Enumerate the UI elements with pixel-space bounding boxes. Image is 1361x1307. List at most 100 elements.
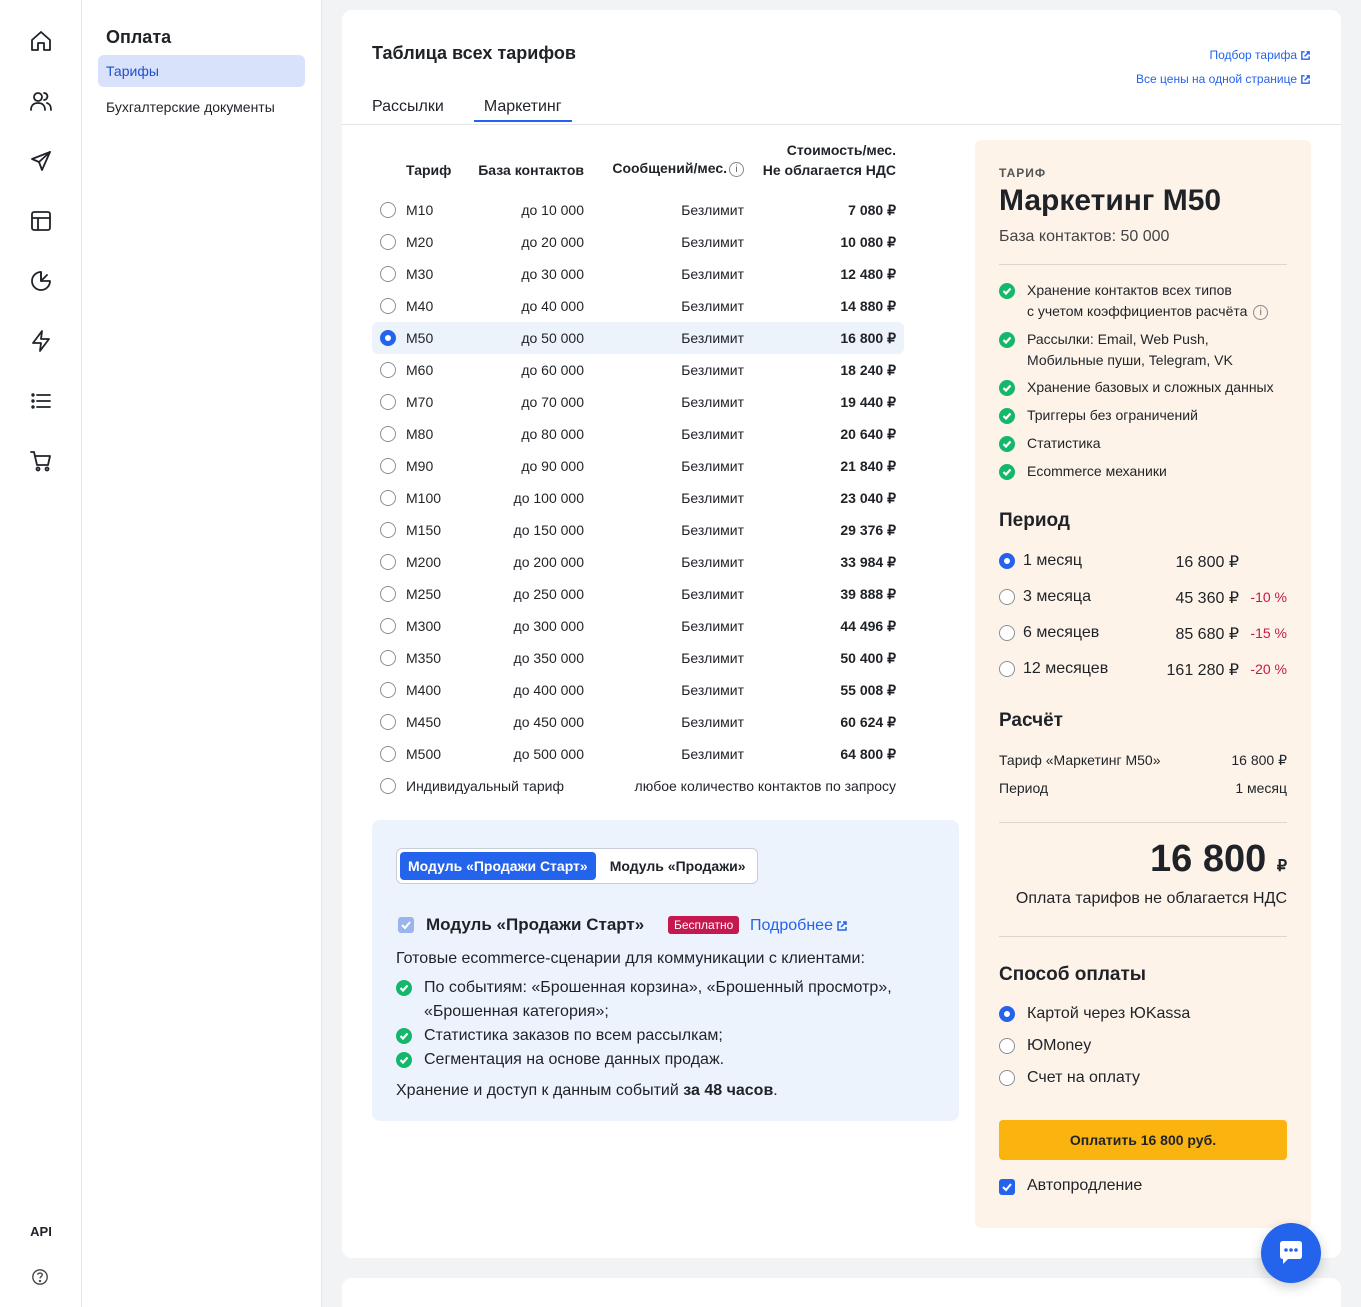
tariff-row[interactable]: M80 до 80 000 Безлимит 20 640 ₽ xyxy=(372,418,904,450)
module-sales-start-toggle[interactable]: Модуль «Продажи Старт» xyxy=(400,852,596,880)
tariff-row[interactable]: M40 до 40 000 Безлимит 14 880 ₽ xyxy=(372,290,904,322)
period-option[interactable]: 6 месяцев 85 680 ₽ -15 % xyxy=(999,622,1287,646)
radio[interactable] xyxy=(999,1070,1015,1086)
tariff-selection-link[interactable]: Подбор тарифа xyxy=(1209,48,1311,62)
tariff-base: до 300 000 xyxy=(513,618,584,634)
radio[interactable] xyxy=(380,650,396,666)
all-prices-link[interactable]: Все цены на одной странице xyxy=(1136,72,1311,86)
tariff-row[interactable]: M90 до 90 000 Безлимит 21 840 ₽ xyxy=(372,450,904,482)
module-checkbox[interactable] xyxy=(398,917,414,933)
radio[interactable] xyxy=(999,589,1015,605)
tariffs-card: Таблица всех тарифов Подбор тарифа Все ц… xyxy=(342,10,1341,1258)
check-icon xyxy=(401,921,411,930)
pay-button[interactable]: Оплатить 16 800 руб. xyxy=(999,1120,1287,1160)
chat-button[interactable] xyxy=(1261,1223,1321,1283)
feature-item: Рассылки: Email, Web Push, Мобильные пуш… xyxy=(999,329,1233,371)
tariff-row[interactable]: M30 до 30 000 Безлимит 12 480 ₽ xyxy=(372,258,904,290)
radio[interactable] xyxy=(380,458,396,474)
tariff-price: 21 840 ₽ xyxy=(840,458,896,474)
payment-option-invoice[interactable]: Счет на оплату xyxy=(999,1068,1287,1092)
divider xyxy=(999,936,1287,937)
tariff-row[interactable]: M350 до 350 000 Безлимит 50 400 ₽ xyxy=(372,642,904,674)
info-icon[interactable]: i xyxy=(1253,305,1269,320)
radio[interactable] xyxy=(999,625,1015,641)
tariff-price: 29 376 ₽ xyxy=(840,522,896,538)
tariff-row[interactable]: M150 до 150 000 Безлимит 29 376 ₽ xyxy=(372,514,904,546)
payment-option-yukassa[interactable]: Картой через ЮKassa xyxy=(999,1004,1287,1028)
radio[interactable] xyxy=(380,298,396,314)
vat-note: Оплата тарифов не облагается НДС xyxy=(1015,890,1287,907)
tariff-row[interactable]: M400 до 400 000 Безлимит 55 008 ₽ xyxy=(372,674,904,706)
radio[interactable] xyxy=(380,746,396,762)
header-price-line1: Стоимость/мес. xyxy=(786,142,896,158)
radio[interactable] xyxy=(380,586,396,602)
radio[interactable] xyxy=(380,554,396,570)
layout-icon[interactable] xyxy=(24,204,58,238)
help-icon[interactable] xyxy=(31,1268,51,1288)
radio[interactable] xyxy=(380,714,396,730)
module-toggle: Модуль «Продажи Старт» Модуль «Продажи» xyxy=(396,848,758,884)
tariff-row[interactable]: M250 до 250 000 Безлимит 39 888 ₽ xyxy=(372,578,904,610)
tariff-name: M10 xyxy=(406,202,434,218)
divider xyxy=(999,822,1287,823)
tab-marketing[interactable]: Маркетинг xyxy=(473,98,572,122)
tariff-row[interactable]: M200 до 200 000 Безлимит 33 984 ₽ xyxy=(372,546,904,578)
cart-icon[interactable] xyxy=(24,444,58,478)
send-icon[interactable] xyxy=(24,144,58,178)
radio[interactable] xyxy=(380,682,396,698)
tariff-row[interactable]: M500 до 500 000 Безлимит 64 800 ₽ xyxy=(372,738,904,770)
pie-chart-icon[interactable] xyxy=(24,264,58,298)
radio[interactable] xyxy=(999,553,1015,569)
radio[interactable] xyxy=(380,778,396,794)
radio[interactable] xyxy=(999,1038,1015,1054)
radio[interactable] xyxy=(380,490,396,506)
period-option[interactable]: 12 месяцев 161 280 ₽ -20 % xyxy=(999,658,1287,682)
tariff-messages: Безлимит xyxy=(681,490,744,506)
radio[interactable] xyxy=(380,202,396,218)
more-link[interactable]: Подробнее xyxy=(750,917,848,935)
module-sales-toggle[interactable]: Модуль «Продажи» xyxy=(602,852,754,880)
info-icon[interactable]: i xyxy=(729,162,744,177)
tariff-price: 20 640 ₽ xyxy=(840,426,896,442)
tariff-row[interactable]: M450 до 450 000 Безлимит 60 624 ₽ xyxy=(372,706,904,738)
tariff-row[interactable]: M50 до 50 000 Безлимит 16 800 ₽ xyxy=(372,322,904,354)
subnav-item-tariffs[interactable]: Тарифы xyxy=(98,55,305,87)
tariff-row[interactable]: M10 до 10 000 Безлимит 7 080 ₽ xyxy=(372,194,904,226)
check-circle-icon xyxy=(999,332,1015,348)
tab-mailings[interactable]: Рассылки xyxy=(372,98,444,122)
radio[interactable] xyxy=(999,661,1015,677)
tariff-row[interactable]: M100 до 100 000 Безлимит 23 040 ₽ xyxy=(372,482,904,514)
period-option[interactable]: 1 месяц 16 800 ₽ xyxy=(999,550,1287,574)
users-icon[interactable] xyxy=(24,84,58,118)
tariff-price: 10 080 ₽ xyxy=(840,234,896,250)
radio[interactable] xyxy=(380,362,396,378)
tariff-row[interactable]: M60 до 60 000 Безлимит 18 240 ₽ xyxy=(372,354,904,386)
radio[interactable] xyxy=(380,266,396,282)
api-link[interactable]: API xyxy=(20,1224,62,1239)
radio[interactable] xyxy=(999,1006,1015,1022)
page-title: Таблица всех тарифов xyxy=(372,43,576,63)
total-amount: 16 800 ₽ xyxy=(1150,838,1287,881)
radio[interactable] xyxy=(380,394,396,410)
tariff-row-individual[interactable]: Индивидуальный тариф любое количество ко… xyxy=(372,770,904,802)
chat-icon xyxy=(1280,1241,1302,1264)
subnav-item-accounting-docs[interactable]: Бухгалтерские документы xyxy=(98,91,305,123)
radio[interactable] xyxy=(380,426,396,442)
period-price: 16 800 ₽ xyxy=(1175,554,1239,571)
tariff-row[interactable]: M300 до 300 000 Безлимит 44 496 ₽ xyxy=(372,610,904,642)
tariff-row[interactable]: M70 до 70 000 Безлимит 19 440 ₽ xyxy=(372,386,904,418)
lightning-icon[interactable] xyxy=(24,324,58,358)
period-option[interactable]: 3 месяца 45 360 ₽ -10 % xyxy=(999,586,1287,610)
radio[interactable] xyxy=(380,522,396,538)
tariff-price: 60 624 ₽ xyxy=(840,714,896,730)
tariff-name: M20 xyxy=(406,234,434,250)
list-icon[interactable] xyxy=(24,384,58,418)
radio[interactable] xyxy=(380,234,396,250)
tariff-row[interactable]: M20 до 20 000 Безлимит 10 080 ₽ xyxy=(372,226,904,258)
radio[interactable] xyxy=(380,330,396,346)
summary-subtitle: База контактов: 50 000 xyxy=(999,228,1170,245)
payment-option-yumoney[interactable]: ЮMoney xyxy=(999,1036,1287,1060)
radio[interactable] xyxy=(380,618,396,634)
home-icon[interactable] xyxy=(24,24,58,58)
checkbox[interactable] xyxy=(999,1179,1015,1195)
